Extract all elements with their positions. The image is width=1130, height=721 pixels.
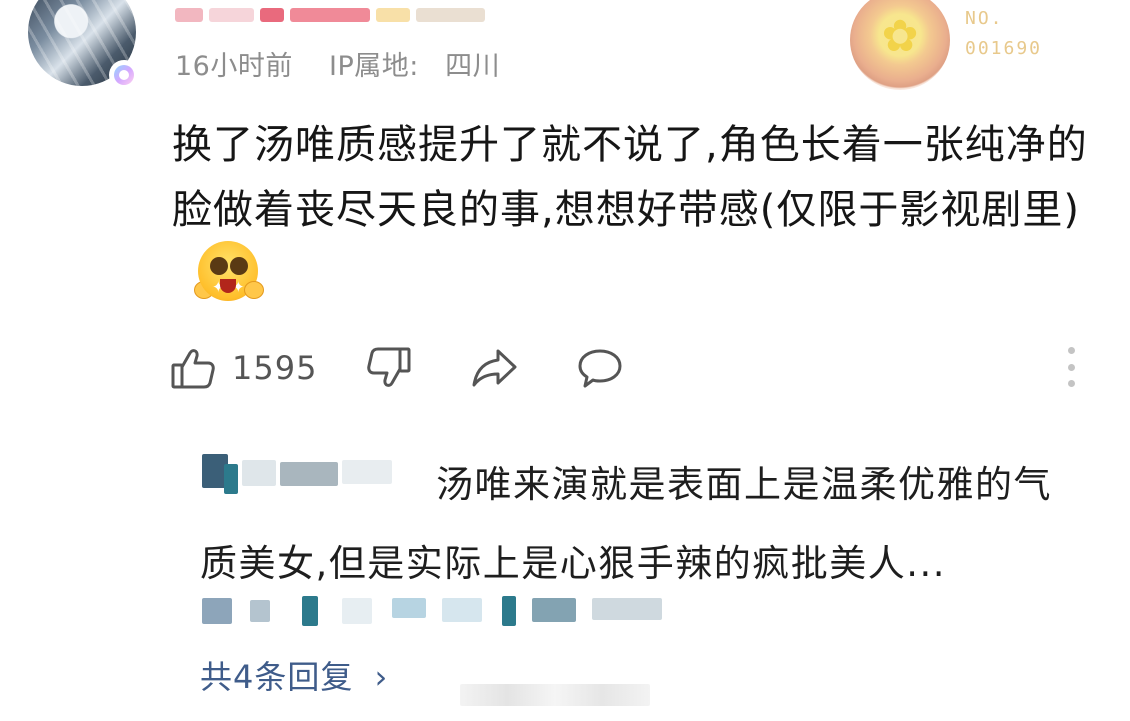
reply-line-redacted <box>202 588 672 632</box>
comment-bubble-icon <box>578 349 622 388</box>
like-button[interactable]: 1595 <box>170 345 317 391</box>
comment-body: 换了汤唯质感提升了就不说了,角色长着一张纯净的脸做着丧尽天良的事,想想好带感(仅… <box>172 122 1088 233</box>
ip-label: IP属地: <box>329 51 419 82</box>
share-button[interactable] <box>470 345 518 391</box>
share-arrow-icon <box>472 349 517 387</box>
username-redacted[interactable] <box>175 4 485 26</box>
reply-text: 汤唯来演就是表面上是温柔优雅的气质美女,但是实际上是心狠手辣的疯批美人... <box>200 445 1080 603</box>
fan-badge-number: NO. 001690 <box>965 8 1043 59</box>
thumbs-down-icon <box>367 347 411 387</box>
chevron-right-icon: › <box>374 658 389 696</box>
thumbs-up-icon <box>171 349 215 389</box>
comment-meta: 16小时前 IP属地: 四川 <box>175 44 500 83</box>
comment-action-bar: 1595 <box>170 345 1090 395</box>
dislike-button[interactable] <box>366 345 412 391</box>
starry-eyes-emoji-icon <box>194 241 264 320</box>
reply-body: 汤唯来演就是表面上是温柔优雅的气质美女,但是实际上是心狠手辣的疯批美人... <box>200 463 1052 585</box>
view-all-replies-link[interactable]: 共4条回复 › <box>200 652 388 698</box>
like-count: 1595 <box>232 349 318 387</box>
flower-icon: ✿ <box>881 11 919 62</box>
more-vertical-icon[interactable] <box>1063 347 1079 387</box>
reply-preview[interactable]: 汤唯来演就是表面上是温柔优雅的气质美女,但是实际上是心狠手辣的疯批美人... 共… <box>172 430 1082 720</box>
comment-time: 16小时前 <box>175 51 293 82</box>
comment-text: 换了汤唯质感提升了就不说了,角色长着一张纯净的脸做着丧尽天良的事,想想好带感(仅… <box>172 113 1102 320</box>
ip-region: 四川 <box>445 51 501 82</box>
more-replies-label: 共4条回复 <box>200 658 354 696</box>
verified-badge-icon <box>111 62 137 88</box>
watermark-redacted <box>460 680 650 710</box>
reply-button[interactable] <box>576 345 624 391</box>
